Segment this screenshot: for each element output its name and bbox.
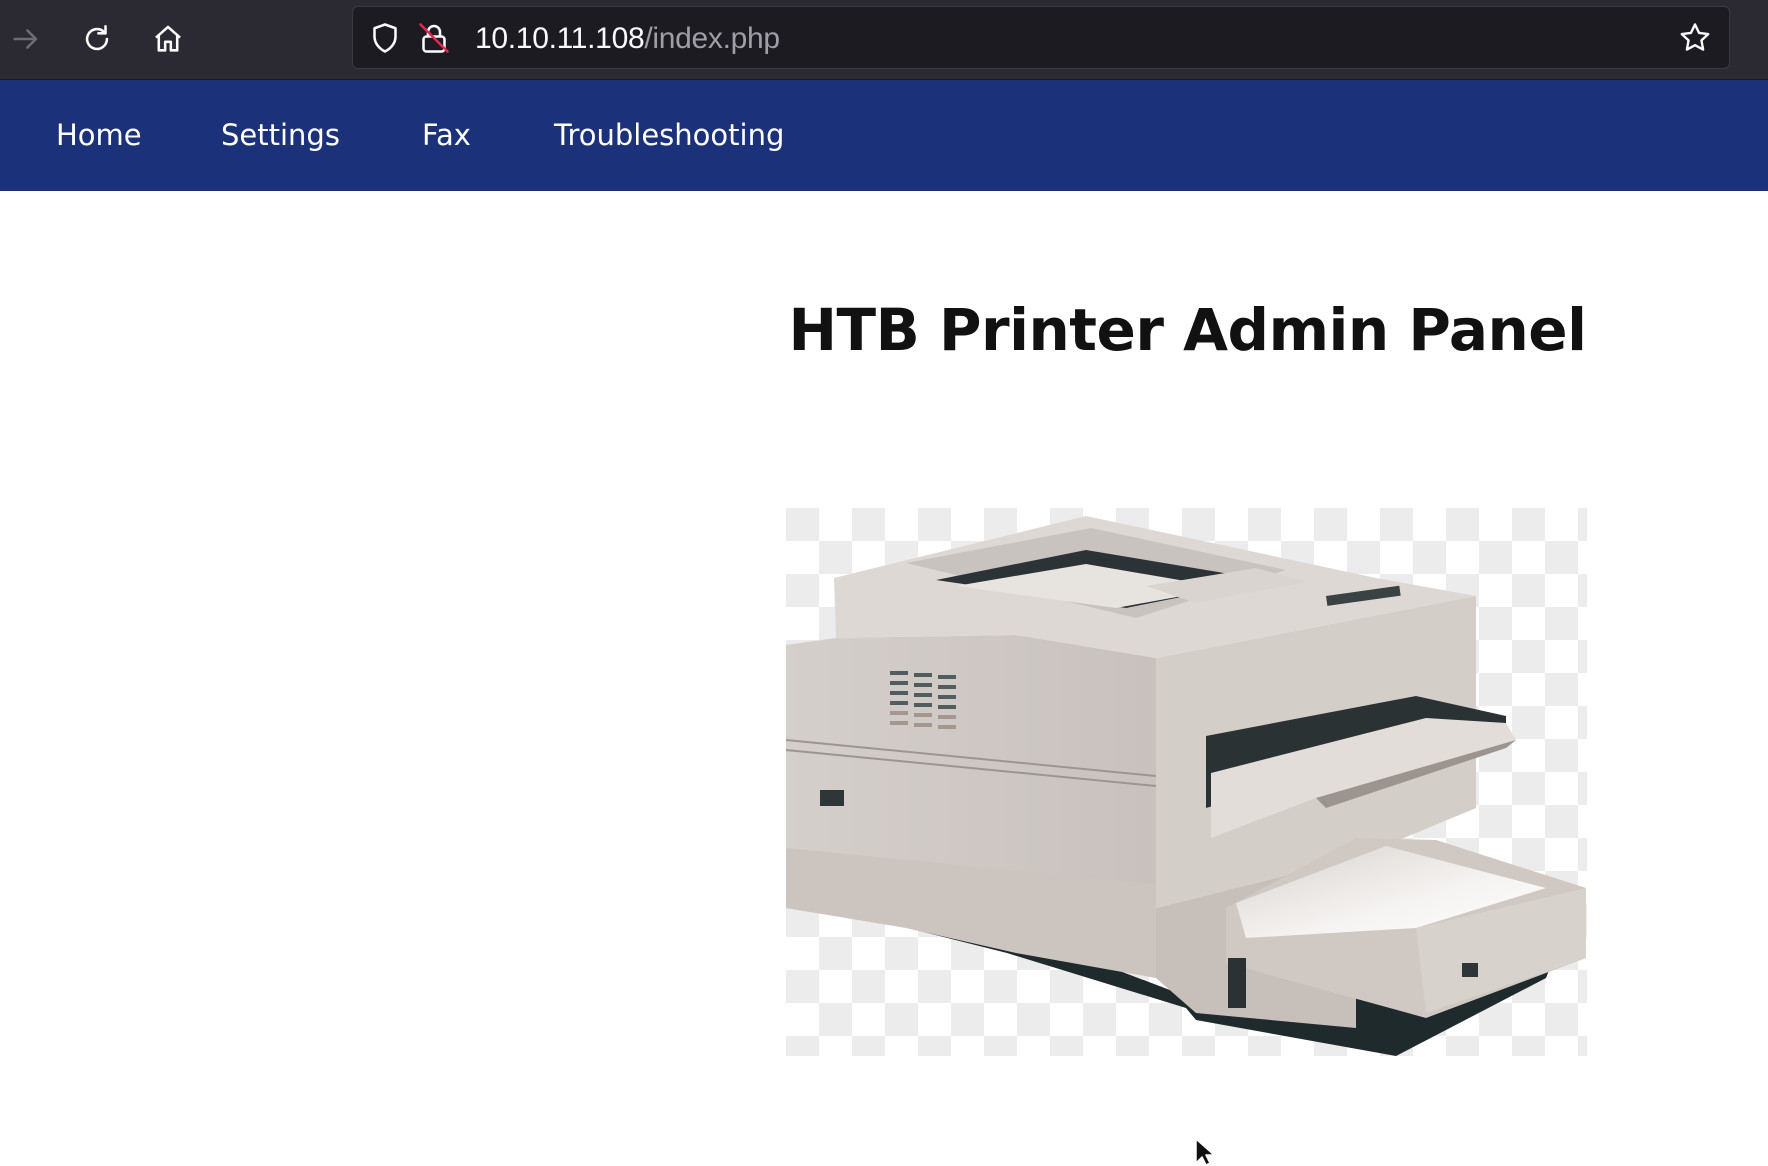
reload-icon bbox=[85, 24, 109, 51]
url-path: /index.php bbox=[644, 22, 780, 55]
nav-fax[interactable]: Fax bbox=[422, 80, 471, 191]
home-icon bbox=[155, 25, 181, 52]
site-nav: Home Settings Fax Troubleshooting bbox=[0, 80, 1768, 191]
forward-button[interactable] bbox=[4, 17, 48, 61]
mouse-cursor-icon bbox=[1195, 1138, 1215, 1166]
nav-settings[interactable]: Settings bbox=[221, 80, 340, 191]
bookmark-star-icon[interactable] bbox=[1677, 20, 1713, 56]
printer-illustration bbox=[786, 508, 1587, 1056]
forward-arrow-icon bbox=[13, 29, 38, 49]
nav-troubleshooting[interactable]: Troubleshooting bbox=[554, 80, 784, 191]
shield-icon[interactable] bbox=[367, 20, 403, 56]
nav-home[interactable]: Home bbox=[56, 80, 142, 191]
reload-button[interactable] bbox=[75, 17, 119, 61]
url-text[interactable]: 10.10.11.108/index.php bbox=[475, 21, 780, 57]
insecure-lock-icon[interactable] bbox=[416, 20, 452, 56]
page-title: HTB Printer Admin Panel bbox=[788, 296, 1587, 364]
url-host: 10.10.11.108 bbox=[475, 22, 645, 55]
browser-toolbar: 10.10.11.108/index.php bbox=[0, 0, 1768, 80]
home-button[interactable] bbox=[146, 17, 190, 61]
address-bar[interactable]: 10.10.11.108/index.php bbox=[352, 6, 1730, 69]
